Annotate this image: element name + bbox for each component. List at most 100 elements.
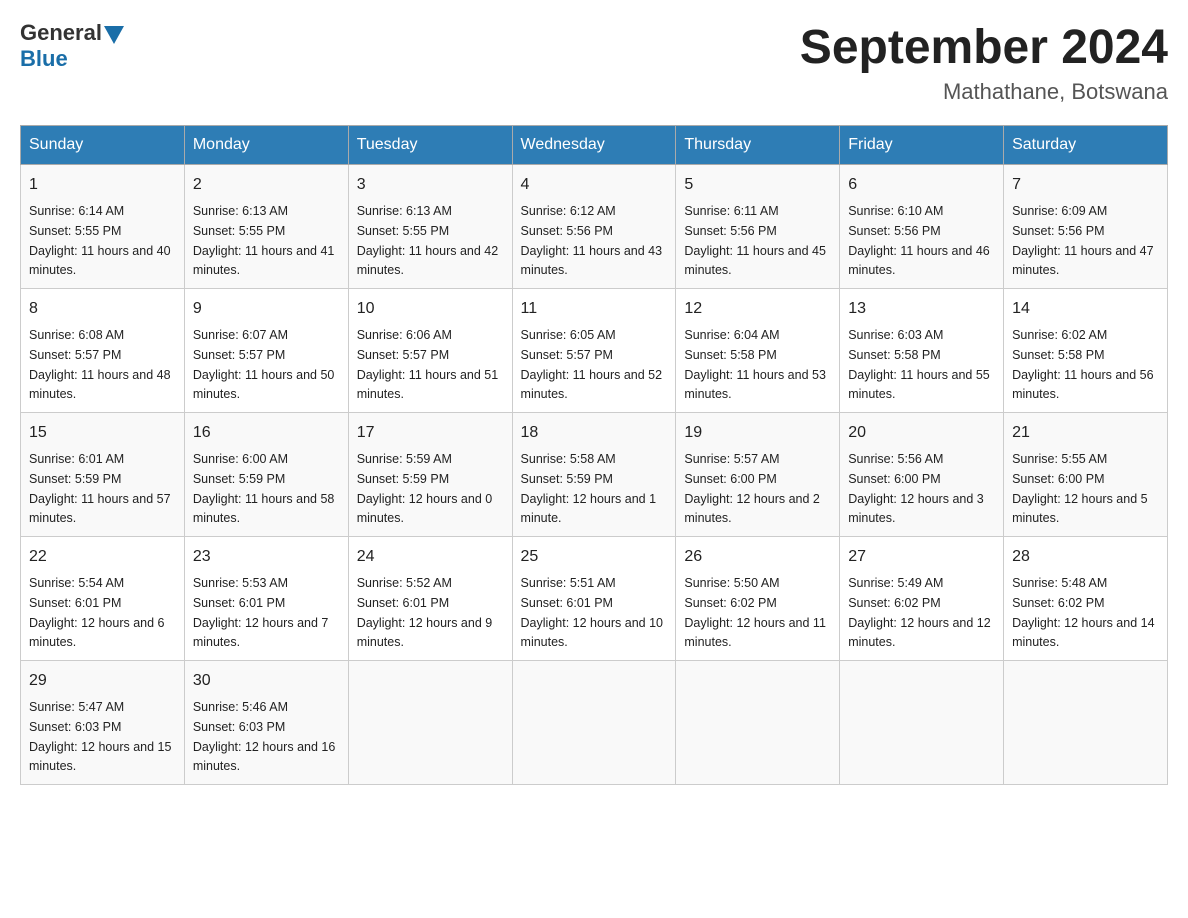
- logo-triangle-icon: [104, 26, 124, 44]
- table-cell: 4 Sunrise: 6:12 AMSunset: 5:56 PMDaylight…: [512, 165, 676, 289]
- calendar-table: Sunday Monday Tuesday Wednesday Thursday…: [20, 125, 1168, 785]
- day-number: 25: [521, 545, 668, 569]
- header-monday: Monday: [184, 126, 348, 165]
- header: General Blue September 2024 Mathathane, …: [20, 20, 1168, 105]
- table-cell: 27 Sunrise: 5:49 AMSunset: 6:02 PMDayligh…: [840, 537, 1004, 661]
- table-cell: 30Sunrise: 5:46 AMSunset: 6:03 PMDayligh…: [184, 661, 348, 785]
- day-info: Sunrise: 5:51 AMSunset: 6:01 PMDaylight:…: [521, 576, 663, 649]
- day-info: Sunrise: 5:52 AMSunset: 6:01 PMDaylight:…: [357, 576, 493, 649]
- table-cell: 18Sunrise: 5:58 AMSunset: 5:59 PMDayligh…: [512, 413, 676, 537]
- table-cell: 25 Sunrise: 5:51 AMSunset: 6:01 PMDayligh…: [512, 537, 676, 661]
- table-cell: 22Sunrise: 5:54 AMSunset: 6:01 PMDayligh…: [21, 537, 185, 661]
- day-number: 8: [29, 297, 176, 321]
- day-number: 7: [1012, 173, 1159, 197]
- week-row-4: 22Sunrise: 5:54 AMSunset: 6:01 PMDayligh…: [21, 537, 1168, 661]
- day-number: 24: [357, 545, 504, 569]
- day-info: Sunrise: 6:07 AMSunset: 5:57 PMDaylight:…: [193, 328, 335, 401]
- table-cell: [840, 661, 1004, 785]
- day-info: Sunrise: 5:47 AMSunset: 6:03 PMDaylight:…: [29, 700, 171, 773]
- table-cell: 17 Sunrise: 5:59 AMSunset: 5:59 PMDayligh…: [348, 413, 512, 537]
- table-cell: 5 Sunrise: 6:11 AMSunset: 5:56 PMDaylight…: [676, 165, 840, 289]
- day-number: 16: [193, 421, 340, 445]
- day-number: 22: [29, 545, 176, 569]
- day-info: Sunrise: 6:09 AMSunset: 5:56 PMDaylight:…: [1012, 204, 1154, 277]
- header-friday: Friday: [840, 126, 1004, 165]
- day-info: Sunrise: 6:11 AMSunset: 5:56 PMDaylight:…: [684, 204, 826, 277]
- day-number: 1: [29, 173, 176, 197]
- day-number: 13: [848, 297, 995, 321]
- table-cell: 15Sunrise: 6:01 AMSunset: 5:59 PMDayligh…: [21, 413, 185, 537]
- day-number: 14: [1012, 297, 1159, 321]
- week-row-5: 29 Sunrise: 5:47 AMSunset: 6:03 PMDayligh…: [21, 661, 1168, 785]
- day-number: 11: [521, 297, 668, 321]
- day-info: Sunrise: 5:46 AMSunset: 6:03 PMDaylight:…: [193, 700, 335, 773]
- table-cell: 16 Sunrise: 6:00 AMSunset: 5:59 PMDayligh…: [184, 413, 348, 537]
- table-cell: [348, 661, 512, 785]
- day-info: Sunrise: 5:59 AMSunset: 5:59 PMDaylight:…: [357, 452, 493, 525]
- day-info: Sunrise: 5:57 AMSunset: 6:00 PMDaylight:…: [684, 452, 820, 525]
- day-number: 15: [29, 421, 176, 445]
- day-info: Sunrise: 6:10 AMSunset: 5:56 PMDaylight:…: [848, 204, 990, 277]
- day-info: Sunrise: 5:56 AMSunset: 6:00 PMDaylight:…: [848, 452, 984, 525]
- table-cell: 19 Sunrise: 5:57 AMSunset: 6:00 PMDayligh…: [676, 413, 840, 537]
- day-info: Sunrise: 5:53 AMSunset: 6:01 PMDaylight:…: [193, 576, 329, 649]
- day-number: 20: [848, 421, 995, 445]
- day-info: Sunrise: 6:00 AMSunset: 5:59 PMDaylight:…: [193, 452, 335, 525]
- day-info: Sunrise: 6:12 AMSunset: 5:56 PMDaylight:…: [521, 204, 663, 277]
- table-cell: 14 Sunrise: 6:02 AMSunset: 5:58 PMDayligh…: [1004, 289, 1168, 413]
- day-number: 17: [357, 421, 504, 445]
- day-number: 18: [521, 421, 668, 445]
- table-cell: 12 Sunrise: 6:04 AMSunset: 5:58 PMDayligh…: [676, 289, 840, 413]
- table-cell: 3 Sunrise: 6:13 AMSunset: 5:55 PMDaylight…: [348, 165, 512, 289]
- day-number: 12: [684, 297, 831, 321]
- day-number: 4: [521, 173, 668, 197]
- month-title: September 2024: [800, 20, 1168, 75]
- day-info: Sunrise: 6:02 AMSunset: 5:58 PMDaylight:…: [1012, 328, 1154, 401]
- week-row-1: 1 Sunrise: 6:14 AMSunset: 5:55 PMDaylight…: [21, 165, 1168, 289]
- day-info: Sunrise: 6:05 AMSunset: 5:57 PMDaylight:…: [521, 328, 663, 401]
- day-number: 19: [684, 421, 831, 445]
- logo-blue-text: Blue: [20, 46, 68, 72]
- day-info: Sunrise: 6:04 AMSunset: 5:58 PMDaylight:…: [684, 328, 826, 401]
- day-info: Sunrise: 6:03 AMSunset: 5:58 PMDaylight:…: [848, 328, 990, 401]
- day-number: 29: [29, 669, 176, 693]
- day-info: Sunrise: 5:48 AMSunset: 6:02 PMDaylight:…: [1012, 576, 1154, 649]
- day-info: Sunrise: 6:14 AMSunset: 5:55 PMDaylight:…: [29, 204, 171, 277]
- table-cell: 11 Sunrise: 6:05 AMSunset: 5:57 PMDayligh…: [512, 289, 676, 413]
- day-info: Sunrise: 6:13 AMSunset: 5:55 PMDaylight:…: [357, 204, 499, 277]
- day-info: Sunrise: 6:06 AMSunset: 5:57 PMDaylight:…: [357, 328, 499, 401]
- day-number: 27: [848, 545, 995, 569]
- day-number: 5: [684, 173, 831, 197]
- table-cell: 20 Sunrise: 5:56 AMSunset: 6:00 PMDayligh…: [840, 413, 1004, 537]
- day-info: Sunrise: 6:13 AMSunset: 5:55 PMDaylight:…: [193, 204, 335, 277]
- table-cell: 8Sunrise: 6:08 AMSunset: 5:57 PMDaylight…: [21, 289, 185, 413]
- table-cell: 29 Sunrise: 5:47 AMSunset: 6:03 PMDayligh…: [21, 661, 185, 785]
- day-number: 6: [848, 173, 995, 197]
- day-number: 2: [193, 173, 340, 197]
- location-subtitle: Mathathane, Botswana: [800, 79, 1168, 105]
- table-cell: 10Sunrise: 6:06 AMSunset: 5:57 PMDayligh…: [348, 289, 512, 413]
- logo-general-text: General: [20, 20, 102, 46]
- header-thursday: Thursday: [676, 126, 840, 165]
- table-cell: 26 Sunrise: 5:50 AMSunset: 6:02 PMDayligh…: [676, 537, 840, 661]
- day-info: Sunrise: 5:49 AMSunset: 6:02 PMDaylight:…: [848, 576, 990, 649]
- day-number: 3: [357, 173, 504, 197]
- day-info: Sunrise: 5:55 AMSunset: 6:00 PMDaylight:…: [1012, 452, 1148, 525]
- header-tuesday: Tuesday: [348, 126, 512, 165]
- day-number: 9: [193, 297, 340, 321]
- day-number: 26: [684, 545, 831, 569]
- day-info: Sunrise: 5:50 AMSunset: 6:02 PMDaylight:…: [684, 576, 826, 649]
- table-cell: 7 Sunrise: 6:09 AMSunset: 5:56 PMDaylight…: [1004, 165, 1168, 289]
- week-row-3: 15Sunrise: 6:01 AMSunset: 5:59 PMDayligh…: [21, 413, 1168, 537]
- week-row-2: 8Sunrise: 6:08 AMSunset: 5:57 PMDaylight…: [21, 289, 1168, 413]
- day-number: 21: [1012, 421, 1159, 445]
- header-wednesday: Wednesday: [512, 126, 676, 165]
- table-cell: [1004, 661, 1168, 785]
- day-number: 23: [193, 545, 340, 569]
- table-cell: 24 Sunrise: 5:52 AMSunset: 6:01 PMDayligh…: [348, 537, 512, 661]
- days-header-row: Sunday Monday Tuesday Wednesday Thursday…: [21, 126, 1168, 165]
- table-cell: 1 Sunrise: 6:14 AMSunset: 5:55 PMDaylight…: [21, 165, 185, 289]
- header-sunday: Sunday: [21, 126, 185, 165]
- table-cell: [512, 661, 676, 785]
- table-cell: 13 Sunrise: 6:03 AMSunset: 5:58 PMDayligh…: [840, 289, 1004, 413]
